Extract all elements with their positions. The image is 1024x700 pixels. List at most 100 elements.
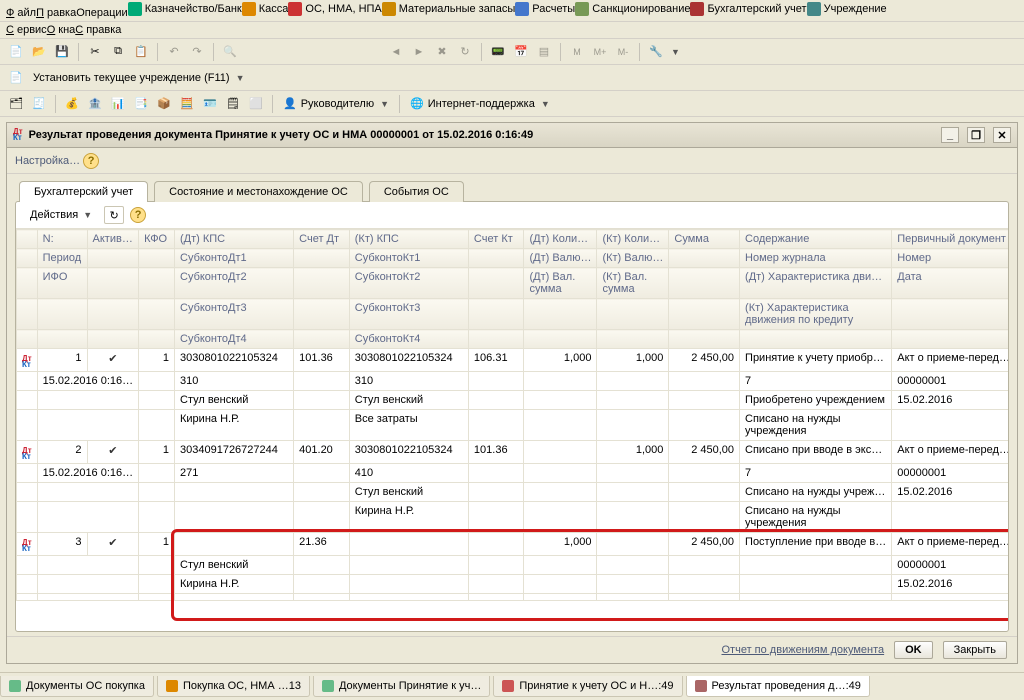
new-doc-icon[interactable]: 📄: [6, 42, 26, 62]
grid-header[interactable]: Счет Кт: [468, 230, 524, 249]
grid-header[interactable]: [468, 249, 524, 268]
grid-header[interactable]: [294, 299, 350, 330]
help-icon[interactable]: ?: [130, 207, 146, 223]
table-subrow[interactable]: [17, 594, 1009, 601]
menu-item[interactable]: Окна: [47, 24, 76, 36]
grid-header[interactable]: (Кт) Валю…: [597, 249, 669, 268]
grid-header[interactable]: СубконтоКт1: [349, 249, 468, 268]
menu-item[interactable]: Файл: [6, 7, 36, 19]
sec-icon-5[interactable]: 📊: [108, 94, 128, 114]
sec-icon-6[interactable]: 📑: [131, 94, 151, 114]
grid-header[interactable]: [468, 299, 524, 330]
grid-header[interactable]: [87, 268, 139, 299]
grid-header[interactable]: СубконтоДт4: [175, 330, 294, 349]
table-subrow[interactable]: Стул венскийСтул венскийПриобретено учре…: [17, 391, 1009, 410]
minimize-button[interactable]: _: [941, 127, 959, 143]
table-subrow[interactable]: 15.02.2016 0:16…310310700000001: [17, 372, 1009, 391]
window-tab[interactable]: Документы ОС покупка: [0, 676, 154, 697]
grid-header[interactable]: (Дт) Вал. сумма: [524, 268, 597, 299]
window-tab[interactable]: Покупка ОС, НМА …13: [157, 676, 310, 697]
support-dropdown[interactable]: 🌐 Интернет-поддержка ▼: [406, 95, 554, 112]
sec-icon-2[interactable]: 🧾: [29, 94, 49, 114]
grid-header[interactable]: СубконтоКт3: [349, 299, 468, 330]
close-doc-button[interactable]: Закрыть: [943, 641, 1007, 659]
sort-icon[interactable]: ▤: [534, 42, 554, 62]
grid-header[interactable]: [139, 330, 175, 349]
sec-icon-4[interactable]: 🏦: [85, 94, 105, 114]
undo-icon[interactable]: ↶: [164, 42, 184, 62]
table-row[interactable]: ДтКт3✔121.361,0002 450,00Поступление при…: [17, 533, 1009, 556]
grid-header[interactable]: (Кт) Характеристика движения по кредиту: [740, 299, 892, 330]
grid-header[interactable]: СубконтоКт2: [349, 268, 468, 299]
grid-header[interactable]: Актив…: [87, 230, 139, 249]
grid-wrapper[interactable]: N:Актив…КФО(Дт) КПССчет Дт(Кт) КПССчет К…: [16, 229, 1008, 631]
grid-header[interactable]: [468, 268, 524, 299]
actions-dropdown[interactable]: Действия ▼: [24, 208, 98, 222]
grid-header[interactable]: Номер журнала: [740, 249, 892, 268]
grid-header[interactable]: Сумма: [669, 230, 740, 249]
grid-header[interactable]: [468, 330, 524, 349]
sec-icon-9[interactable]: 🪪: [200, 94, 220, 114]
refresh-button[interactable]: ↻: [104, 206, 124, 224]
reload-icon[interactable]: ↻: [455, 42, 475, 62]
help-icon[interactable]: ?: [83, 153, 99, 169]
table-subrow[interactable]: 15.02.2016 0:16…271410700000001: [17, 464, 1009, 483]
find-icon[interactable]: 🔍: [220, 42, 240, 62]
tab-events[interactable]: События ОС: [369, 181, 464, 202]
grid-header[interactable]: (Дт) Коли…: [524, 230, 597, 249]
grid-header[interactable]: [294, 249, 350, 268]
grid-header[interactable]: [294, 330, 350, 349]
menu-item[interactable]: Казначейство/Банк: [128, 2, 242, 16]
window-tab[interactable]: Результат проведения д…:49: [686, 676, 870, 697]
grid-header[interactable]: N:: [37, 230, 87, 249]
tab-accounting[interactable]: Бухгалтерский учет: [19, 181, 148, 202]
sec-icon-8[interactable]: 🧮: [177, 94, 197, 114]
menu-item[interactable]: Сервис: [6, 24, 47, 36]
copy-icon[interactable]: ⧉: [108, 42, 128, 62]
movements-report-link[interactable]: Отчет по движениям документа: [722, 644, 885, 656]
nav-back-icon[interactable]: ◄: [386, 42, 406, 62]
grid-header[interactable]: [294, 268, 350, 299]
grid-header[interactable]: [17, 268, 38, 299]
grid-header[interactable]: [87, 299, 139, 330]
grid-header[interactable]: Номер: [892, 249, 1008, 268]
settings-link[interactable]: Настройка…: [15, 155, 80, 167]
grid-header[interactable]: Дата: [892, 268, 1008, 299]
table-subrow[interactable]: Кирина Н.Р.Все затратыСписано на нужды у…: [17, 410, 1009, 441]
grid-header[interactable]: [669, 299, 740, 330]
calendar-icon[interactable]: 📅: [511, 42, 531, 62]
cut-icon[interactable]: ✂: [85, 42, 105, 62]
sec-icon-1[interactable]: 🗂: [6, 94, 26, 114]
grid-header[interactable]: СубконтоДт2: [175, 268, 294, 299]
table-subrow[interactable]: Кирина Н.Р.15.02.2016: [17, 575, 1009, 594]
grid-header[interactable]: [524, 330, 597, 349]
grid-header[interactable]: (Кт) Вал. сумма: [597, 268, 669, 299]
grid-header[interactable]: (Дт) Валю…: [524, 249, 597, 268]
grid-header[interactable]: Счет Дт: [294, 230, 350, 249]
grid-header[interactable]: [139, 249, 175, 268]
grid-header[interactable]: СубконтоКт4: [349, 330, 468, 349]
grid-header[interactable]: [597, 330, 669, 349]
redo-icon[interactable]: ↷: [187, 42, 207, 62]
grid-header[interactable]: [87, 330, 139, 349]
grid-header[interactable]: СубконтоДт3: [175, 299, 294, 330]
grid-header[interactable]: [524, 299, 597, 330]
table-row[interactable]: ДтКт1✔13030801022105324101.3630308010221…: [17, 349, 1009, 372]
grid-header[interactable]: [597, 299, 669, 330]
grid-header[interactable]: Период: [37, 249, 87, 268]
stop-icon[interactable]: ✖: [432, 42, 452, 62]
menu-item[interactable]: ОС, НМА, НПА: [288, 2, 381, 16]
sec-icon-10[interactable]: 🗒: [223, 94, 243, 114]
grid-header[interactable]: (Кт) Коли…: [597, 230, 669, 249]
calc-icon[interactable]: 📟: [488, 42, 508, 62]
ok-button[interactable]: OK: [894, 641, 933, 659]
table-subrow[interactable]: Стул венскийСписано на нужды учреж…15.02…: [17, 483, 1009, 502]
m-store-icon[interactable]: M: [567, 42, 587, 62]
restore-button[interactable]: ❐: [967, 127, 985, 143]
m-plus-icon[interactable]: M+: [590, 42, 610, 62]
close-button[interactable]: ✕: [993, 127, 1011, 143]
grid-header[interactable]: Содержание: [740, 230, 892, 249]
sec-icon-7[interactable]: 📦: [154, 94, 174, 114]
sec-icon-11[interactable]: ⬜: [246, 94, 266, 114]
grid-header[interactable]: (Дт) КПС: [175, 230, 294, 249]
